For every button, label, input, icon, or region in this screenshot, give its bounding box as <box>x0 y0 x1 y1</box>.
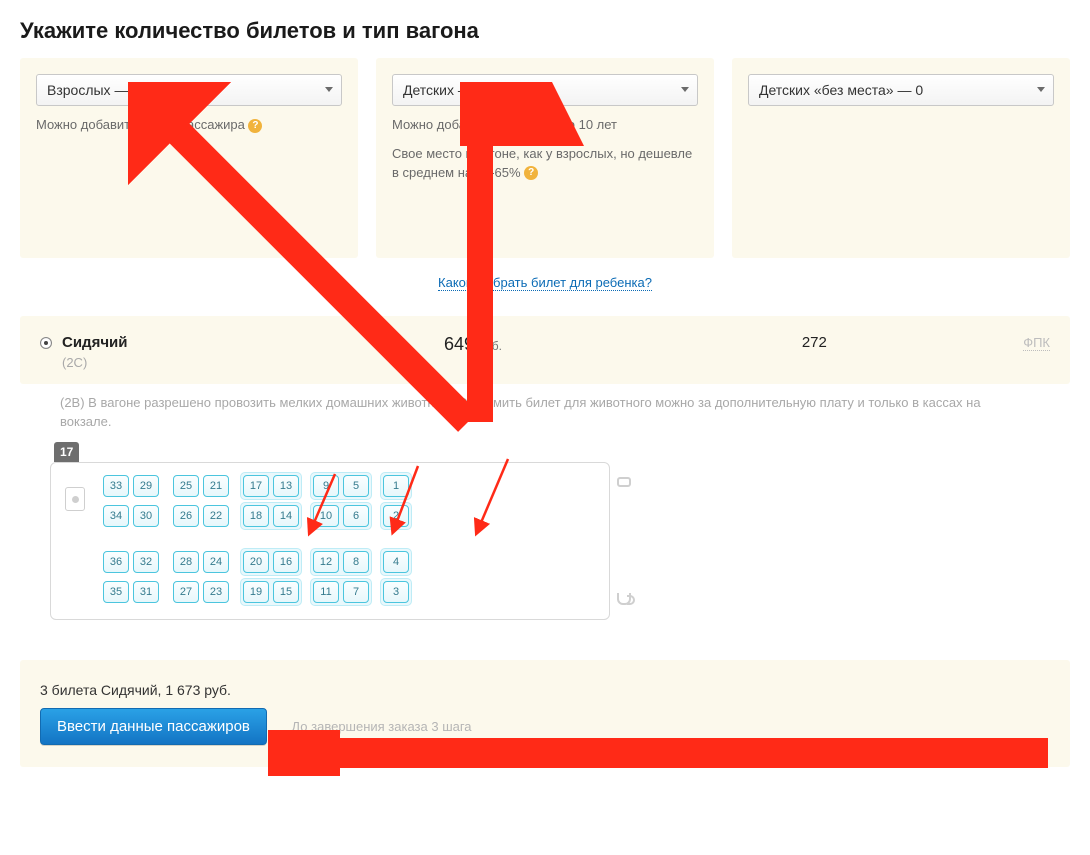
car-type-name: Сидячий <box>62 334 127 351</box>
seat[interactable]: 2 <box>383 505 409 527</box>
seat-block: 2 <box>381 503 411 529</box>
seat[interactable]: 17 <box>243 475 269 497</box>
passenger-selectors: Взрослых — 2 Можно добавить еще 1 пассаж… <box>0 58 1090 258</box>
car-type-sub: (2С) <box>62 355 127 370</box>
car-type-price: 649 руб. <box>444 334 713 355</box>
chevron-down-icon <box>1037 87 1045 92</box>
seat[interactable]: 10 <box>313 505 339 527</box>
seat-block: 2016 <box>241 549 301 575</box>
enter-passenger-data-button[interactable]: Ввести данные пассажиров <box>40 708 267 745</box>
seat[interactable]: 36 <box>103 551 129 573</box>
seat-map: 332925211713951 3430262218141062 3632282… <box>50 462 610 620</box>
seat-block: 4 <box>381 549 411 575</box>
children-card: Детских — 1 Можно добавить 1 ребенка до … <box>376 58 714 258</box>
seat[interactable]: 33 <box>103 475 129 497</box>
seat[interactable]: 13 <box>273 475 299 497</box>
seat[interactable]: 23 <box>203 581 229 603</box>
children-dropdown[interactable]: Детских — 1 <box>392 74 698 106</box>
seat-block: 95 <box>311 473 371 499</box>
seat[interactable]: 16 <box>273 551 299 573</box>
seat[interactable]: 18 <box>243 505 269 527</box>
adults-dropdown[interactable]: Взрослых — 2 <box>36 74 342 106</box>
seat-block: 128 <box>311 549 371 575</box>
luggage-icon <box>617 477 631 487</box>
seat-block: 3531 <box>101 579 161 605</box>
seat[interactable]: 27 <box>173 581 199 603</box>
seat[interactable]: 1 <box>383 475 409 497</box>
seat-block: 2521 <box>171 473 231 499</box>
seat[interactable]: 26 <box>173 505 199 527</box>
seat-block: 1713 <box>241 473 301 499</box>
radio-selected-icon[interactable] <box>40 337 52 349</box>
seat[interactable]: 28 <box>173 551 199 573</box>
summary-line: 3 билета Сидячий, 1 673 руб. <box>40 682 1050 698</box>
seat[interactable]: 9 <box>313 475 339 497</box>
seat-block: 1 <box>381 473 411 499</box>
seat[interactable]: 3 <box>383 581 409 603</box>
seat[interactable]: 8 <box>343 551 369 573</box>
infants-card: Детских «без места» — 0 <box>732 58 1070 258</box>
seat-block: 3329 <box>101 473 161 499</box>
carrier-label[interactable]: ФПК <box>1023 335 1050 351</box>
toilet-icon <box>65 487 85 511</box>
seat-block: 2723 <box>171 579 231 605</box>
seat[interactable]: 11 <box>313 581 339 603</box>
seat[interactable]: 34 <box>103 505 129 527</box>
seat[interactable]: 4 <box>383 551 409 573</box>
seat[interactable]: 24 <box>203 551 229 573</box>
seat-block: 106 <box>311 503 371 529</box>
child-ticket-link[interactable]: Какой выбрать билет для ребенка? <box>438 275 652 291</box>
seat-block: 2824 <box>171 549 231 575</box>
seat[interactable]: 30 <box>133 505 159 527</box>
page-title: Укажите количество билетов и тип вагона <box>0 0 1090 58</box>
car-type-row[interactable]: Сидячий (2С) 649 руб. 272 ФПК <box>20 316 1070 384</box>
children-label: Детских — 1 <box>403 82 484 98</box>
adults-hint: Можно добавить еще 1 пассажира ? <box>36 116 342 135</box>
seat[interactable]: 15 <box>273 581 299 603</box>
summary-card: 3 билета Сидячий, 1 673 руб. Ввести данн… <box>20 660 1070 767</box>
seat[interactable]: 29 <box>133 475 159 497</box>
seat-block: 117 <box>311 579 371 605</box>
seat-block: 3430 <box>101 503 161 529</box>
adults-label: Взрослых — 2 <box>47 82 140 98</box>
seat-block: 1814 <box>241 503 301 529</box>
seat[interactable]: 22 <box>203 505 229 527</box>
seat[interactable]: 19 <box>243 581 269 603</box>
seat[interactable]: 20 <box>243 551 269 573</box>
seat-block: 3 <box>381 579 411 605</box>
children-hint-1: Можно добавить 1 ребенка до 10 лет <box>392 116 698 135</box>
seat-block: 3632 <box>101 549 161 575</box>
seat[interactable]: 7 <box>343 581 369 603</box>
cup-icon <box>617 593 631 605</box>
seat[interactable]: 35 <box>103 581 129 603</box>
car-number-badge[interactable]: 17 <box>54 442 79 462</box>
help-icon[interactable]: ? <box>248 119 262 133</box>
wagon-note: (2В) В вагоне разрешено провозить мелких… <box>0 384 1090 438</box>
car-type-available: 272 <box>713 334 915 351</box>
infants-label: Детских «без места» — 0 <box>759 82 923 98</box>
steps-hint: До завершения заказа 3 шага <box>291 719 471 734</box>
chevron-down-icon <box>325 87 333 92</box>
seat[interactable]: 25 <box>173 475 199 497</box>
seat[interactable]: 32 <box>133 551 159 573</box>
seat[interactable]: 31 <box>133 581 159 603</box>
children-hint-2: Свое место в вагоне, как у взрослых, но … <box>392 145 698 183</box>
seat[interactable]: 21 <box>203 475 229 497</box>
infants-dropdown[interactable]: Детских «без места» — 0 <box>748 74 1054 106</box>
help-icon[interactable]: ? <box>524 166 538 180</box>
seat[interactable]: 5 <box>343 475 369 497</box>
seat[interactable]: 14 <box>273 505 299 527</box>
adults-card: Взрослых — 2 Можно добавить еще 1 пассаж… <box>20 58 358 258</box>
chevron-down-icon <box>681 87 689 92</box>
seat[interactable]: 6 <box>343 505 369 527</box>
seat-block: 2622 <box>171 503 231 529</box>
seat[interactable]: 12 <box>313 551 339 573</box>
seat-block: 1915 <box>241 579 301 605</box>
